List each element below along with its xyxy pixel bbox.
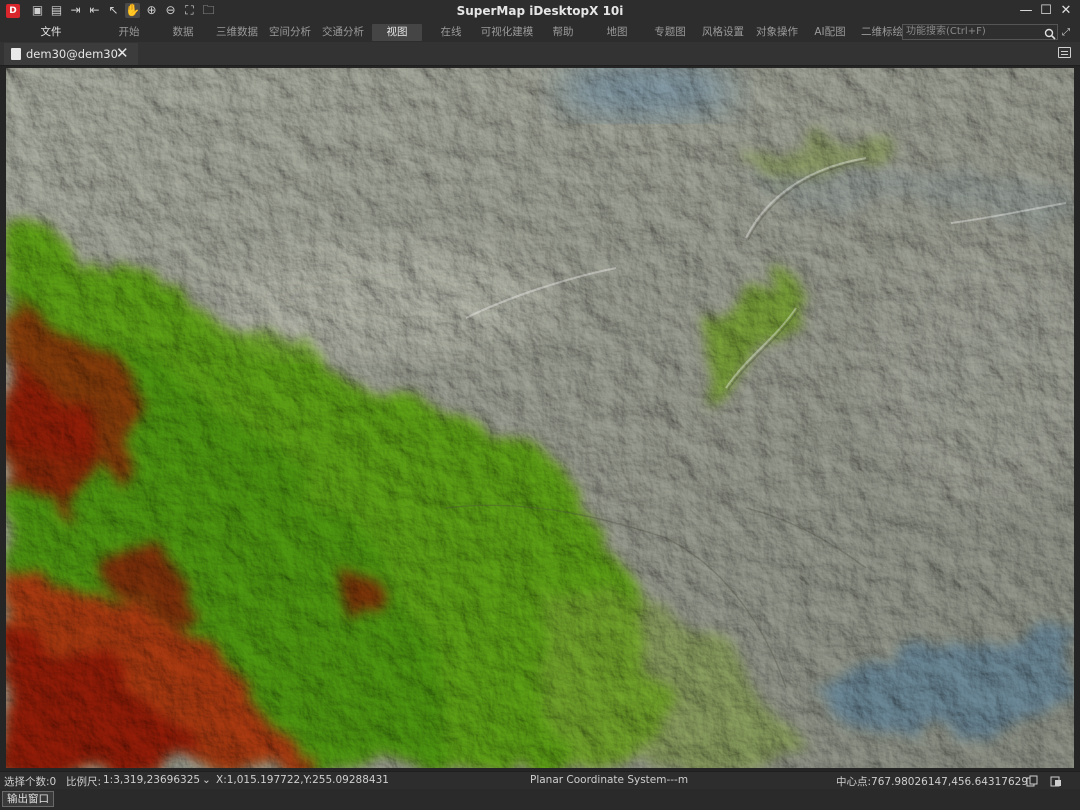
paste-icon[interactable] (1050, 775, 1062, 787)
save-icon[interactable]: ▣ (30, 3, 45, 18)
select-pointer-icon[interactable]: ↖ (106, 3, 121, 18)
import-icon[interactable]: ⇥ (68, 3, 83, 18)
tab-traffic-analysis[interactable]: 交通分析 (318, 24, 368, 41)
export-icon[interactable]: ⇤ (87, 3, 102, 18)
title-bar: D ▣ ▤ ⇥ ⇤ ↖ ✋ ⊕ ⊖ ⛶ 🗀 SuperMap iDesktopX… (0, 0, 1080, 22)
maximize-button[interactable]: ☐ (1038, 3, 1054, 19)
window-title: SuperMap iDesktopX 10i (456, 4, 624, 18)
center-point[interactable]: 中心点:767.98026147,456.64317629 (836, 774, 1028, 789)
tab-help[interactable]: 帮助 (546, 24, 580, 41)
dem-hillshade-map[interactable] (6, 68, 1074, 768)
full-extent-icon[interactable]: ⛶ (182, 3, 197, 18)
map-window (0, 66, 1080, 771)
document-tab-label: dem30@dem30 (26, 47, 118, 61)
map-document-icon (11, 48, 21, 60)
tab-dem30-map[interactable]: dem30@dem30 ✕ (4, 43, 138, 65)
close-tab-icon[interactable]: ✕ (116, 44, 129, 62)
output-window-tab[interactable]: 输出窗口 (2, 791, 54, 807)
tab-object-operations[interactable]: 对象操作 (752, 24, 802, 41)
scale-value[interactable]: 1:3,319,23696325 (103, 774, 200, 786)
expand-ribbon-icon[interactable]: ⤢ (1062, 27, 1074, 39)
tab-view[interactable]: 视图 (372, 24, 422, 41)
tab-start[interactable]: 开始 (112, 24, 146, 41)
panel-menu-icon[interactable] (1058, 47, 1071, 58)
zoom-in-icon[interactable]: ⊕ (144, 3, 159, 18)
save-as-icon[interactable]: ▤ (49, 3, 64, 18)
tab-2d-plotting[interactable]: 二维标绘 (860, 24, 904, 41)
tab-ai-mapping[interactable]: AI配图 (808, 24, 852, 41)
scale-label: 比例尺: (66, 776, 102, 788)
zoom-out-icon[interactable]: ⊖ (163, 3, 178, 18)
tab-thematic-map[interactable]: 专题图 (650, 24, 690, 41)
tab-map[interactable]: 地图 (600, 24, 634, 41)
tab-online[interactable]: 在线 (434, 24, 468, 41)
pan-hand-icon[interactable]: ✋ (125, 3, 140, 18)
bottom-panel-bar: 输出窗口 (0, 789, 1080, 810)
tab-file[interactable]: 文件 (36, 24, 66, 41)
document-tab-bar: dem30@dem30 ✕ (0, 42, 1080, 66)
tab-style-settings[interactable]: 风格设置 (698, 24, 748, 41)
cursor-coordinates: X:1,015.197722,Y:255.09288431 (216, 774, 389, 786)
tab-data[interactable]: 数据 (166, 24, 200, 41)
app-logo-icon[interactable]: D (6, 4, 20, 18)
coordinate-system[interactable]: Planar Coordinate System---m (530, 774, 688, 786)
tab-3d-data[interactable]: 三维数据 (212, 24, 262, 41)
map-canvas[interactable] (6, 68, 1074, 768)
minimize-button[interactable]: — (1018, 3, 1034, 19)
scale-dropdown-chevron-icon[interactable]: ⌄ (202, 774, 211, 786)
copy-icon[interactable] (1026, 775, 1038, 787)
search-icon[interactable] (1044, 28, 1056, 40)
status-bar: 选择个数:0 比例尺: 1:3,319,23696325 ⌄ X:1,015.1… (0, 771, 1080, 789)
open-folder-icon[interactable]: 🗀 (201, 3, 216, 18)
function-search-input[interactable]: 功能搜索(Ctrl+F) (902, 24, 1058, 40)
selection-count: 选择个数:0 (4, 776, 57, 788)
close-button[interactable]: ✕ (1058, 3, 1074, 19)
tab-spatial-analysis[interactable]: 空间分析 (265, 24, 315, 41)
tab-visual-modeling[interactable]: 可视化建模 (476, 24, 538, 41)
